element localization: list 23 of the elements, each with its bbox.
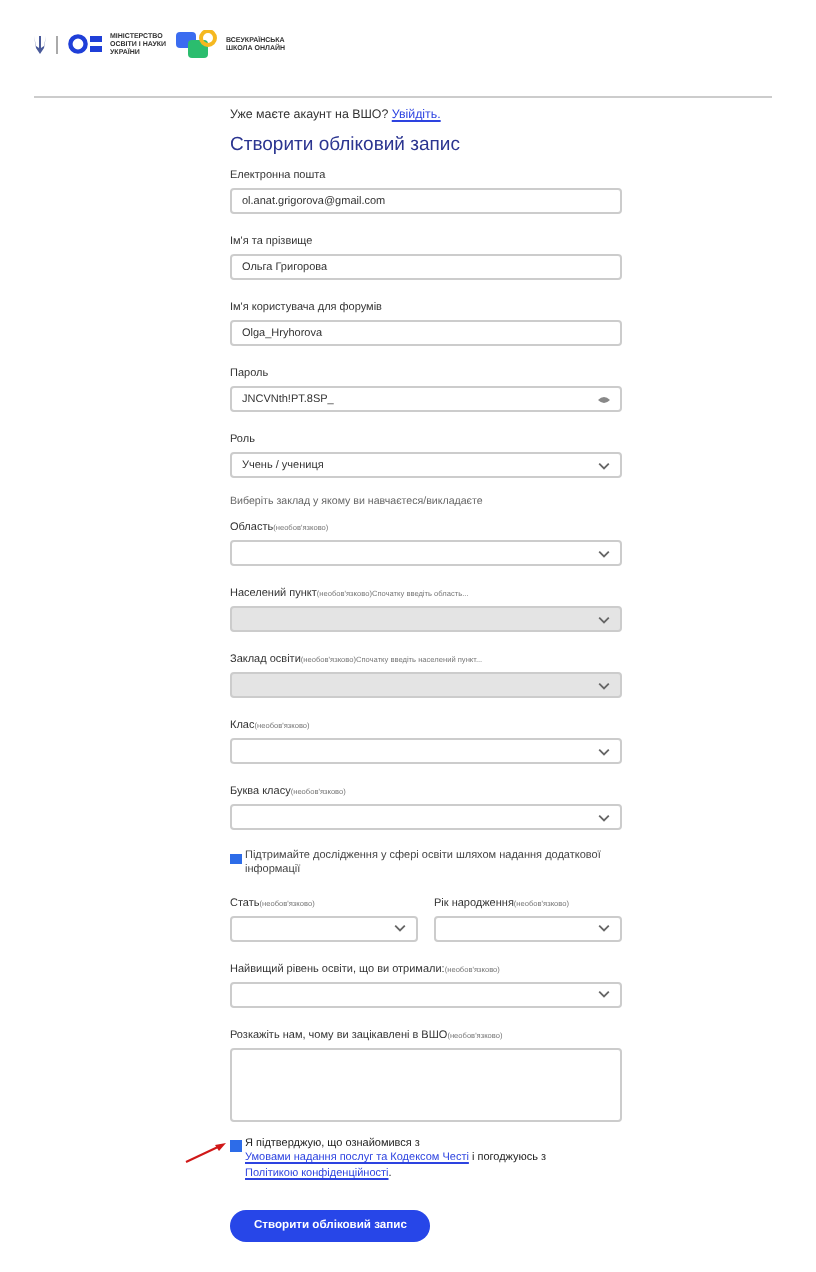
ministry-logo-icon <box>68 34 104 54</box>
chevron-down-icon <box>598 461 610 469</box>
annotation-arrow <box>184 1139 228 1164</box>
chevron-down-icon <box>598 924 610 933</box>
chevron-down-icon <box>598 615 610 623</box>
checkbox[interactable] <box>230 853 241 864</box>
chevron-down-icon <box>598 747 610 755</box>
chevron-down-icon <box>394 924 406 933</box>
select-field[interactable] <box>230 540 622 566</box>
chevron-down-icon <box>598 549 610 557</box>
select-field[interactable] <box>230 804 622 830</box>
select-field[interactable] <box>230 738 622 764</box>
chevron-down-icon <box>598 681 610 689</box>
select-field[interactable] <box>230 915 418 942</box>
select-field[interactable] <box>434 915 622 942</box>
checkbox[interactable] <box>230 1140 241 1152</box>
form-title: Створити обліковий запис <box>230 134 462 156</box>
school-logo-icon <box>176 30 220 58</box>
eye-icon[interactable] <box>598 395 610 403</box>
select-field[interactable] <box>230 981 622 1008</box>
chevron-down-icon <box>598 990 610 999</box>
chevron-down-icon <box>598 813 610 821</box>
text-area[interactable] <box>230 1047 622 1122</box>
